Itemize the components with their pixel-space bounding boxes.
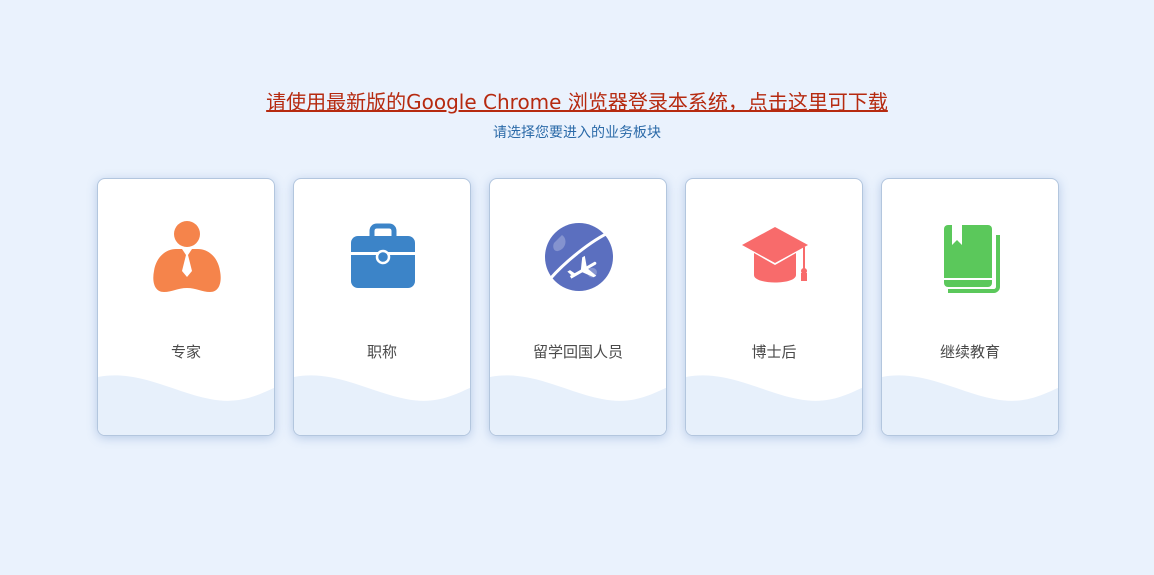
globe-airplane-icon [545, 223, 613, 291]
business-module-list: 专家 职称 留学回国人员 博士后 继续教育 [97, 178, 1059, 436]
module-card-overseas-returnees[interactable]: 留学回国人员 [489, 178, 667, 436]
module-card-label: 留学回国人员 [532, 343, 623, 361]
book-icon [944, 225, 1000, 293]
page-subtitle: 请选择您要进入的业务板块 [493, 125, 661, 141]
card-wave-decoration [882, 375, 1058, 435]
expert-person-icon [153, 221, 221, 292]
module-card-continuing-education[interactable]: 继续教育 [881, 178, 1059, 436]
module-card-label: 职称 [366, 343, 397, 361]
graduation-cap-icon [742, 227, 808, 283]
module-card-label: 专家 [170, 343, 201, 361]
module-card-label: 博士后 [751, 343, 797, 361]
card-wave-decoration [686, 375, 862, 435]
module-card-title[interactable]: 职称 [293, 178, 471, 436]
briefcase-icon [351, 223, 415, 288]
card-wave-decoration [294, 375, 470, 435]
module-card-label: 继续教育 [939, 343, 1000, 361]
card-wave-decoration [98, 375, 274, 435]
chrome-download-link[interactable]: 请使用最新版的Google Chrome 浏览器登录本系统，点击这里可下载 [0, 88, 1154, 116]
module-card-postdoc[interactable]: 博士后 [685, 178, 863, 436]
module-card-expert[interactable]: 专家 [97, 178, 275, 436]
card-wave-decoration [490, 375, 666, 435]
